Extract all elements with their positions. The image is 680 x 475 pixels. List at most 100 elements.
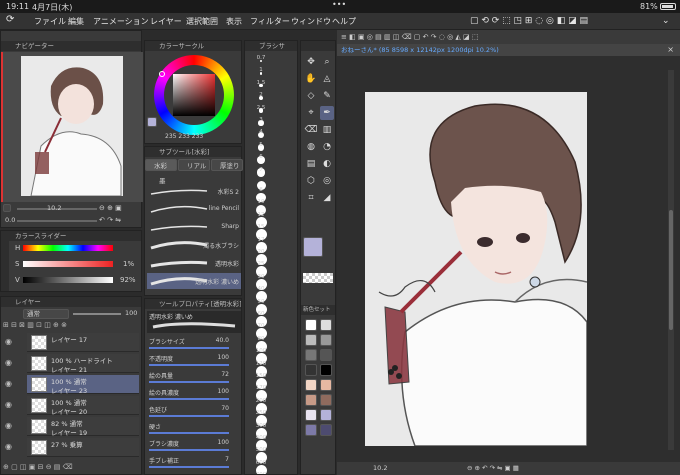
color-set-swatch[interactable] xyxy=(305,364,317,376)
vertical-scrollbar[interactable] xyxy=(668,70,674,450)
tool-zoom-icon[interactable]: ⌕ xyxy=(320,55,334,69)
brush-size-option[interactable]: 17 xyxy=(251,229,291,241)
brush-size-option[interactable]: 100 xyxy=(251,340,291,352)
layer-row[interactable]: 100 % 通常 レイヤー 23 xyxy=(27,375,139,395)
tool-hand-icon[interactable]: ✋ xyxy=(304,72,318,86)
brush-size-option[interactable]: 12 xyxy=(251,204,291,216)
tool-frame-icon[interactable]: ⬡ xyxy=(304,174,318,188)
menu-collapse-icon[interactable]: ⌄ xyxy=(662,16,670,26)
brush-size-option[interactable]: 3 xyxy=(251,117,291,129)
tool-ruler-icon[interactable]: ◎ xyxy=(320,174,334,188)
menu-view[interactable]: 表示 xyxy=(226,16,242,27)
tool-pen-icon[interactable]: ✎ xyxy=(320,89,334,103)
property-row[interactable]: ブラシ濃度 100 xyxy=(149,439,241,454)
tool-eraser-icon[interactable]: ⌫ xyxy=(304,123,318,137)
color-set-swatch[interactable] xyxy=(305,334,317,346)
menu-layer[interactable]: レイヤー xyxy=(150,16,182,27)
layer-row[interactable]: 100 % ハードライト レイヤー 21 xyxy=(27,354,139,374)
color-set-swatch[interactable] xyxy=(305,394,317,406)
brush-size-option[interactable]: 6 xyxy=(251,154,291,166)
tool-balloon-icon[interactable]: ◢ xyxy=(320,191,334,205)
layer-visibility-eye-icon[interactable]: ◉ xyxy=(5,337,17,349)
property-row[interactable]: 色延び 70 xyxy=(149,405,241,420)
property-slider[interactable] xyxy=(149,415,229,417)
tool-blend-icon[interactable]: ◍ xyxy=(304,140,318,154)
subtool-tab-real[interactable]: リアル xyxy=(178,159,210,171)
menu-file[interactable]: ファイル xyxy=(34,16,66,27)
menu-edit[interactable]: 編集 xyxy=(68,16,84,27)
tool-decoration-icon[interactable]: ◔ xyxy=(320,140,334,154)
property-slider[interactable] xyxy=(149,364,229,366)
tool-move-icon[interactable]: ✥ xyxy=(304,55,318,69)
layer-row[interactable]: 100 % 通常 レイヤー 20 xyxy=(27,396,139,416)
menu-filter[interactable]: フィルター xyxy=(250,16,290,27)
close-tab-icon[interactable]: × xyxy=(667,44,674,56)
property-row[interactable]: 絵の具量 72 xyxy=(149,371,241,386)
tool-gradient-icon[interactable]: ▤ xyxy=(304,157,318,171)
canvas-status-icons[interactable]: ⊖ ⊕ ↶ ↷ ⇋ ▣ ▦ xyxy=(467,462,519,475)
hue-slider[interactable] xyxy=(23,245,113,251)
brush-size-option[interactable]: 50 xyxy=(251,291,291,303)
brush-size-option[interactable]: 70 xyxy=(251,315,291,327)
zoom-out-button[interactable] xyxy=(3,204,11,212)
color-set-swatch[interactable] xyxy=(320,394,332,406)
rotate-buttons-icons[interactable]: ↶ ↷ ⇋ xyxy=(99,216,121,224)
menu-selection[interactable]: 選択範囲 xyxy=(186,16,218,27)
brush-size-option[interactable]: 2.5 xyxy=(251,105,291,117)
brush-size-option[interactable]: 120 xyxy=(251,353,291,365)
brush-size-option[interactable]: 20 xyxy=(251,241,291,253)
value-slider[interactable] xyxy=(23,277,113,283)
brush-size-option[interactable]: 0.7 xyxy=(251,55,291,67)
layer-visibility-eye-icon[interactable]: ◉ xyxy=(5,379,17,391)
subtool-tab-watercolor[interactable]: 水彩 xyxy=(145,159,177,171)
brush-item[interactable]: 透明水彩 濃いめ xyxy=(147,273,241,289)
brush-size-option[interactable]: 5 xyxy=(251,142,291,154)
brush-size-option[interactable]: 700 xyxy=(251,464,291,474)
property-slider[interactable] xyxy=(149,432,229,434)
tool-eyedropper-icon[interactable]: ⌖ xyxy=(304,106,318,120)
color-mode-tabs[interactable] xyxy=(1,241,9,291)
property-slider[interactable] xyxy=(149,449,229,451)
main-color-swatch[interactable] xyxy=(147,117,157,127)
brush-size-option[interactable]: 400 xyxy=(251,427,291,439)
app-logo-icon[interactable]: ⟳ xyxy=(6,14,14,25)
layer-row[interactable]: 27 % 乗算 xyxy=(27,438,139,457)
subtool-tab-thick[interactable]: 厚塗り xyxy=(211,159,243,171)
layer-bottom-toolbar[interactable]: ⊕ ▢ ◫ ▣ ⊟ ⊖ ▤ ⌫ xyxy=(3,463,141,473)
tool-selection-icon[interactable]: ◇ xyxy=(304,89,318,103)
layer-visibility-eye-icon[interactable]: ◉ xyxy=(5,442,17,454)
tool-operation-icon[interactable]: ◬ xyxy=(320,72,334,86)
brush-size-option[interactable]: 15 xyxy=(251,216,291,228)
brush-size-option[interactable]: 25 xyxy=(251,253,291,265)
brush-size-option[interactable]: 500 xyxy=(251,439,291,451)
menu-help[interactable]: ヘルプ xyxy=(332,16,356,27)
color-set-swatch[interactable] xyxy=(305,349,317,361)
brush-size-option[interactable]: 1 xyxy=(251,67,291,79)
main-drawing-color[interactable] xyxy=(303,237,323,257)
brush-size-option[interactable]: 8 xyxy=(251,179,291,191)
zoom-buttons-icons[interactable]: ⊖ ⊕ ▣ xyxy=(99,204,122,212)
brush-size-option[interactable]: 7 xyxy=(251,167,291,179)
property-slider[interactable] xyxy=(149,466,229,468)
brush-size-option[interactable]: 300 xyxy=(251,415,291,427)
brush-item[interactable]: line Pencil xyxy=(147,201,241,217)
tool-text-icon[interactable]: ⌗ xyxy=(304,191,318,205)
brush-size-option[interactable]: 40 xyxy=(251,278,291,290)
navigator-preview-area[interactable] xyxy=(1,52,143,202)
brush-item[interactable]: Sharp xyxy=(147,219,241,235)
layer-visibility-eye-icon[interactable]: ◉ xyxy=(5,400,17,412)
hue-cursor[interactable] xyxy=(159,71,165,77)
brush-size-option[interactable]: 1.5 xyxy=(251,80,291,92)
brush-size-option[interactable]: 200 xyxy=(251,390,291,402)
brush-item[interactable]: 水彩S 2 xyxy=(147,183,241,199)
tool-figure-icon[interactable]: ◐ xyxy=(320,157,334,171)
brush-size-option[interactable]: 4 xyxy=(251,129,291,141)
layer-row[interactable]: レイヤー 17 xyxy=(27,333,139,352)
property-row[interactable]: ブラシサイズ 40.0 xyxy=(149,337,241,352)
property-row[interactable]: 硬さ xyxy=(149,422,241,437)
color-set-swatch[interactable] xyxy=(320,334,332,346)
color-set-swatch[interactable] xyxy=(320,319,332,331)
layer-visibility-eye-icon[interactable]: ◉ xyxy=(5,358,17,370)
saturation-value-square[interactable] xyxy=(173,74,215,116)
layer-visibility-eye-icon[interactable]: ◉ xyxy=(5,421,17,433)
